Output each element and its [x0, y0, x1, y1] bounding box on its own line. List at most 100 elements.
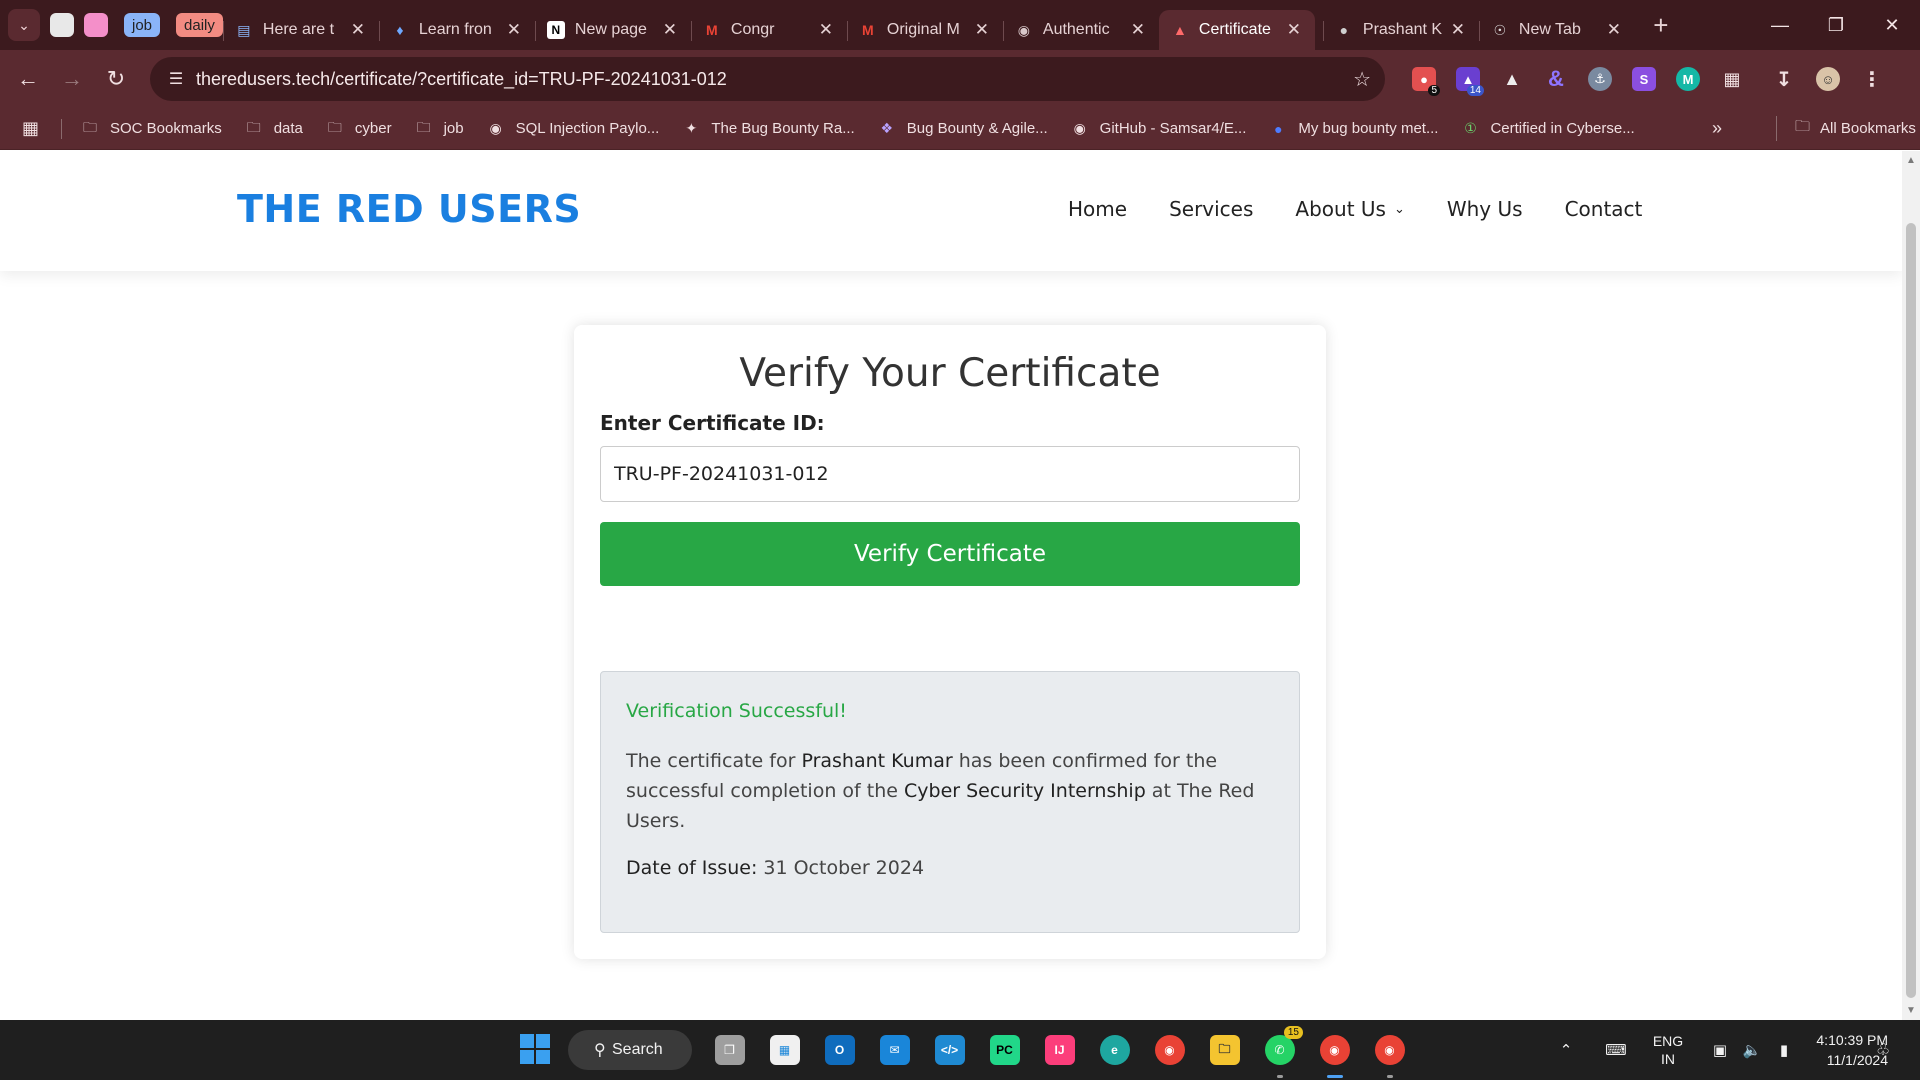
extensions-menu-button[interactable]: ▦: [1710, 58, 1754, 100]
close-window-button[interactable]: ✕: [1864, 0, 1920, 50]
scroll-up-icon[interactable]: ▲: [1902, 155, 1920, 166]
extension-button[interactable]: ⚓: [1578, 58, 1622, 100]
browser-tab-active[interactable]: ▲ Certificate ✕: [1158, 10, 1315, 50]
apps-button[interactable]: ▦: [0, 118, 62, 139]
page-title: Verify Your Certificate: [739, 351, 1161, 396]
downloads-button[interactable]: ↧: [1762, 58, 1806, 100]
keyboard-icon[interactable]: ⌨: [1600, 1041, 1632, 1059]
close-icon[interactable]: ✕: [349, 20, 367, 40]
bookmark-item[interactable]: ✦ The Bug Bounty Ra...: [681, 120, 854, 138]
folder-icon: 🗀: [246, 118, 261, 135]
close-icon[interactable]: ✕: [505, 20, 523, 40]
bookmark-item[interactable]: 🗀 SOC Bookmarks: [80, 119, 222, 138]
volume-icon[interactable]: 🔈: [1736, 1041, 1768, 1059]
bookmark-item[interactable]: 🗀 cyber: [325, 119, 392, 138]
close-icon[interactable]: ✕: [973, 20, 991, 40]
all-bookmarks-label: All Bookmarks: [1820, 120, 1916, 137]
taskbar-app[interactable]: </>: [922, 1030, 977, 1070]
nav-services[interactable]: Services: [1169, 197, 1253, 221]
taskbar-app[interactable]: 🗀: [1197, 1030, 1252, 1070]
nav-why-us[interactable]: Why Us: [1447, 197, 1523, 221]
network-icon[interactable]: ▣: [1704, 1041, 1736, 1059]
restore-button[interactable]: ❐: [1808, 0, 1864, 50]
bookmark-item[interactable]: ● My bug bounty met...: [1268, 120, 1438, 138]
bookmark-item[interactable]: 🗀 data: [244, 118, 303, 138]
certificate-id-input[interactable]: [600, 446, 1300, 502]
new-tab-button[interactable]: +: [1645, 9, 1677, 41]
close-icon[interactable]: ✕: [1285, 20, 1303, 40]
extension-button[interactable]: ▲: [1490, 58, 1534, 100]
scroll-down-icon[interactable]: ▼: [1902, 1005, 1920, 1016]
browser-tab[interactable]: M Original M ✕: [846, 10, 1003, 50]
language-indicator[interactable]: ENG IN: [1644, 1032, 1692, 1068]
taskbar-app[interactable]: e: [1087, 1030, 1142, 1070]
extension-button[interactable]: S: [1622, 58, 1666, 100]
minimize-button[interactable]: —: [1752, 0, 1808, 50]
forward-button[interactable]: →: [50, 57, 94, 101]
kebab-menu-icon: ⋮: [1862, 68, 1882, 91]
close-icon[interactable]: ✕: [1605, 20, 1623, 40]
bookmark-item[interactable]: ❖ Bug Bounty & Agile...: [877, 120, 1047, 138]
windows-taskbar: ⚲ Search ❐ ▦ O ✉ </> PC IJ e ◉ 🗀 ✆ 15 ◉ ◉ …: [0, 1020, 1920, 1080]
extension-button[interactable]: M: [1666, 58, 1710, 100]
bookmark-item[interactable]: ① Certified in Cyberse...: [1460, 120, 1635, 138]
extension-button[interactable]: &: [1534, 58, 1578, 100]
browser-tab[interactable]: ♦ Learn fron ✕: [378, 10, 535, 50]
site-logo[interactable]: THE RED USERS: [237, 187, 581, 231]
browser-tab[interactable]: N New page ✕: [534, 10, 691, 50]
all-bookmarks-button[interactable]: 🗀 All Bookmarks: [1776, 116, 1916, 141]
browser-tab[interactable]: M Congr ✕: [690, 10, 847, 50]
site-info-icon[interactable]: ☰: [156, 69, 196, 89]
taskbar-app[interactable]: ◉: [1362, 1030, 1417, 1078]
taskbar-app[interactable]: PC: [977, 1030, 1032, 1070]
notification-bell-icon[interactable]: ♧: [1876, 1040, 1890, 1060]
close-icon[interactable]: ✕: [661, 20, 679, 40]
profile-button[interactable]: ☺: [1806, 58, 1850, 100]
close-icon[interactable]: ✕: [1129, 20, 1147, 40]
chevron-up-icon[interactable]: ⌃: [1550, 1041, 1582, 1059]
taskbar-app[interactable]: O: [812, 1030, 867, 1070]
extension-button[interactable]: ● 5: [1402, 58, 1446, 100]
bookmark-item[interactable]: 🗀 job: [414, 119, 464, 138]
taskbar-app[interactable]: ✆ 15: [1252, 1026, 1307, 1078]
extension-button[interactable]: ▲ 14: [1446, 58, 1490, 100]
close-icon[interactable]: ✕: [1449, 20, 1467, 40]
taskbar-apps: ❐ ▦ O ✉ </> PC IJ e ◉ 🗀 ✆ 15 ◉ ◉: [702, 1026, 1417, 1078]
tab-group-daily[interactable]: daily: [176, 13, 223, 37]
bookmark-item[interactable]: ◉ GitHub - Samsar4/E...: [1070, 120, 1247, 138]
start-button[interactable]: [520, 1034, 550, 1064]
pinned-tab-2[interactable]: [84, 13, 108, 37]
taskbar-app[interactable]: IJ: [1032, 1030, 1087, 1070]
taskbar-app[interactable]: ◉: [1142, 1030, 1197, 1070]
clock[interactable]: 4:10:39 PM 11/1/2024: [1772, 1030, 1888, 1070]
scrollbar-thumb[interactable]: [1906, 223, 1916, 998]
nav-about-us[interactable]: About Us ⌄: [1295, 197, 1404, 221]
back-button[interactable]: ←: [6, 57, 50, 101]
more-bookmarks-button[interactable]: »: [1712, 118, 1722, 139]
close-icon[interactable]: ✕: [817, 20, 835, 40]
tab-search-button[interactable]: ⌄: [8, 9, 40, 41]
browser-tab[interactable]: ☉ New Tab ✕: [1478, 10, 1635, 50]
browser-tab[interactable]: ◉ Authentic ✕: [1002, 10, 1159, 50]
taskbar-app-active[interactable]: ◉: [1307, 1030, 1362, 1078]
nav-contact[interactable]: Contact: [1565, 197, 1643, 221]
taskbar-app[interactable]: ❐: [702, 1030, 757, 1070]
reload-button[interactable]: ↻: [94, 57, 138, 101]
gmail-icon: M: [862, 22, 874, 38]
browser-tab[interactable]: ▤ Here are t ✕: [222, 10, 379, 50]
puzzle-icon: ▦: [1723, 68, 1741, 89]
verify-certificate-button[interactable]: Verify Certificate: [600, 522, 1300, 586]
pinned-tab-1[interactable]: [50, 13, 74, 37]
page-scrollbar[interactable]: ▲ ▼: [1902, 151, 1920, 1020]
browser-tab[interactable]: ● Prashant K ✕: [1322, 10, 1479, 50]
nav-home[interactable]: Home: [1068, 197, 1127, 221]
tab-group-job[interactable]: job: [124, 13, 161, 37]
taskbar-search[interactable]: ⚲ Search: [568, 1030, 692, 1070]
taskbar-app[interactable]: ✉: [867, 1030, 922, 1070]
address-bar[interactable]: ☰ theredusers.tech/certificate/?certific…: [150, 57, 1385, 101]
bookmark-item[interactable]: ◉ SQL Injection Paylo...: [486, 120, 660, 138]
browser-menu-button[interactable]: ⋮: [1850, 58, 1894, 100]
taskbar-app[interactable]: ▦: [757, 1030, 812, 1070]
extension-m-icon: M: [1676, 67, 1700, 91]
bookmark-star-icon[interactable]: ☆: [1353, 67, 1371, 92]
